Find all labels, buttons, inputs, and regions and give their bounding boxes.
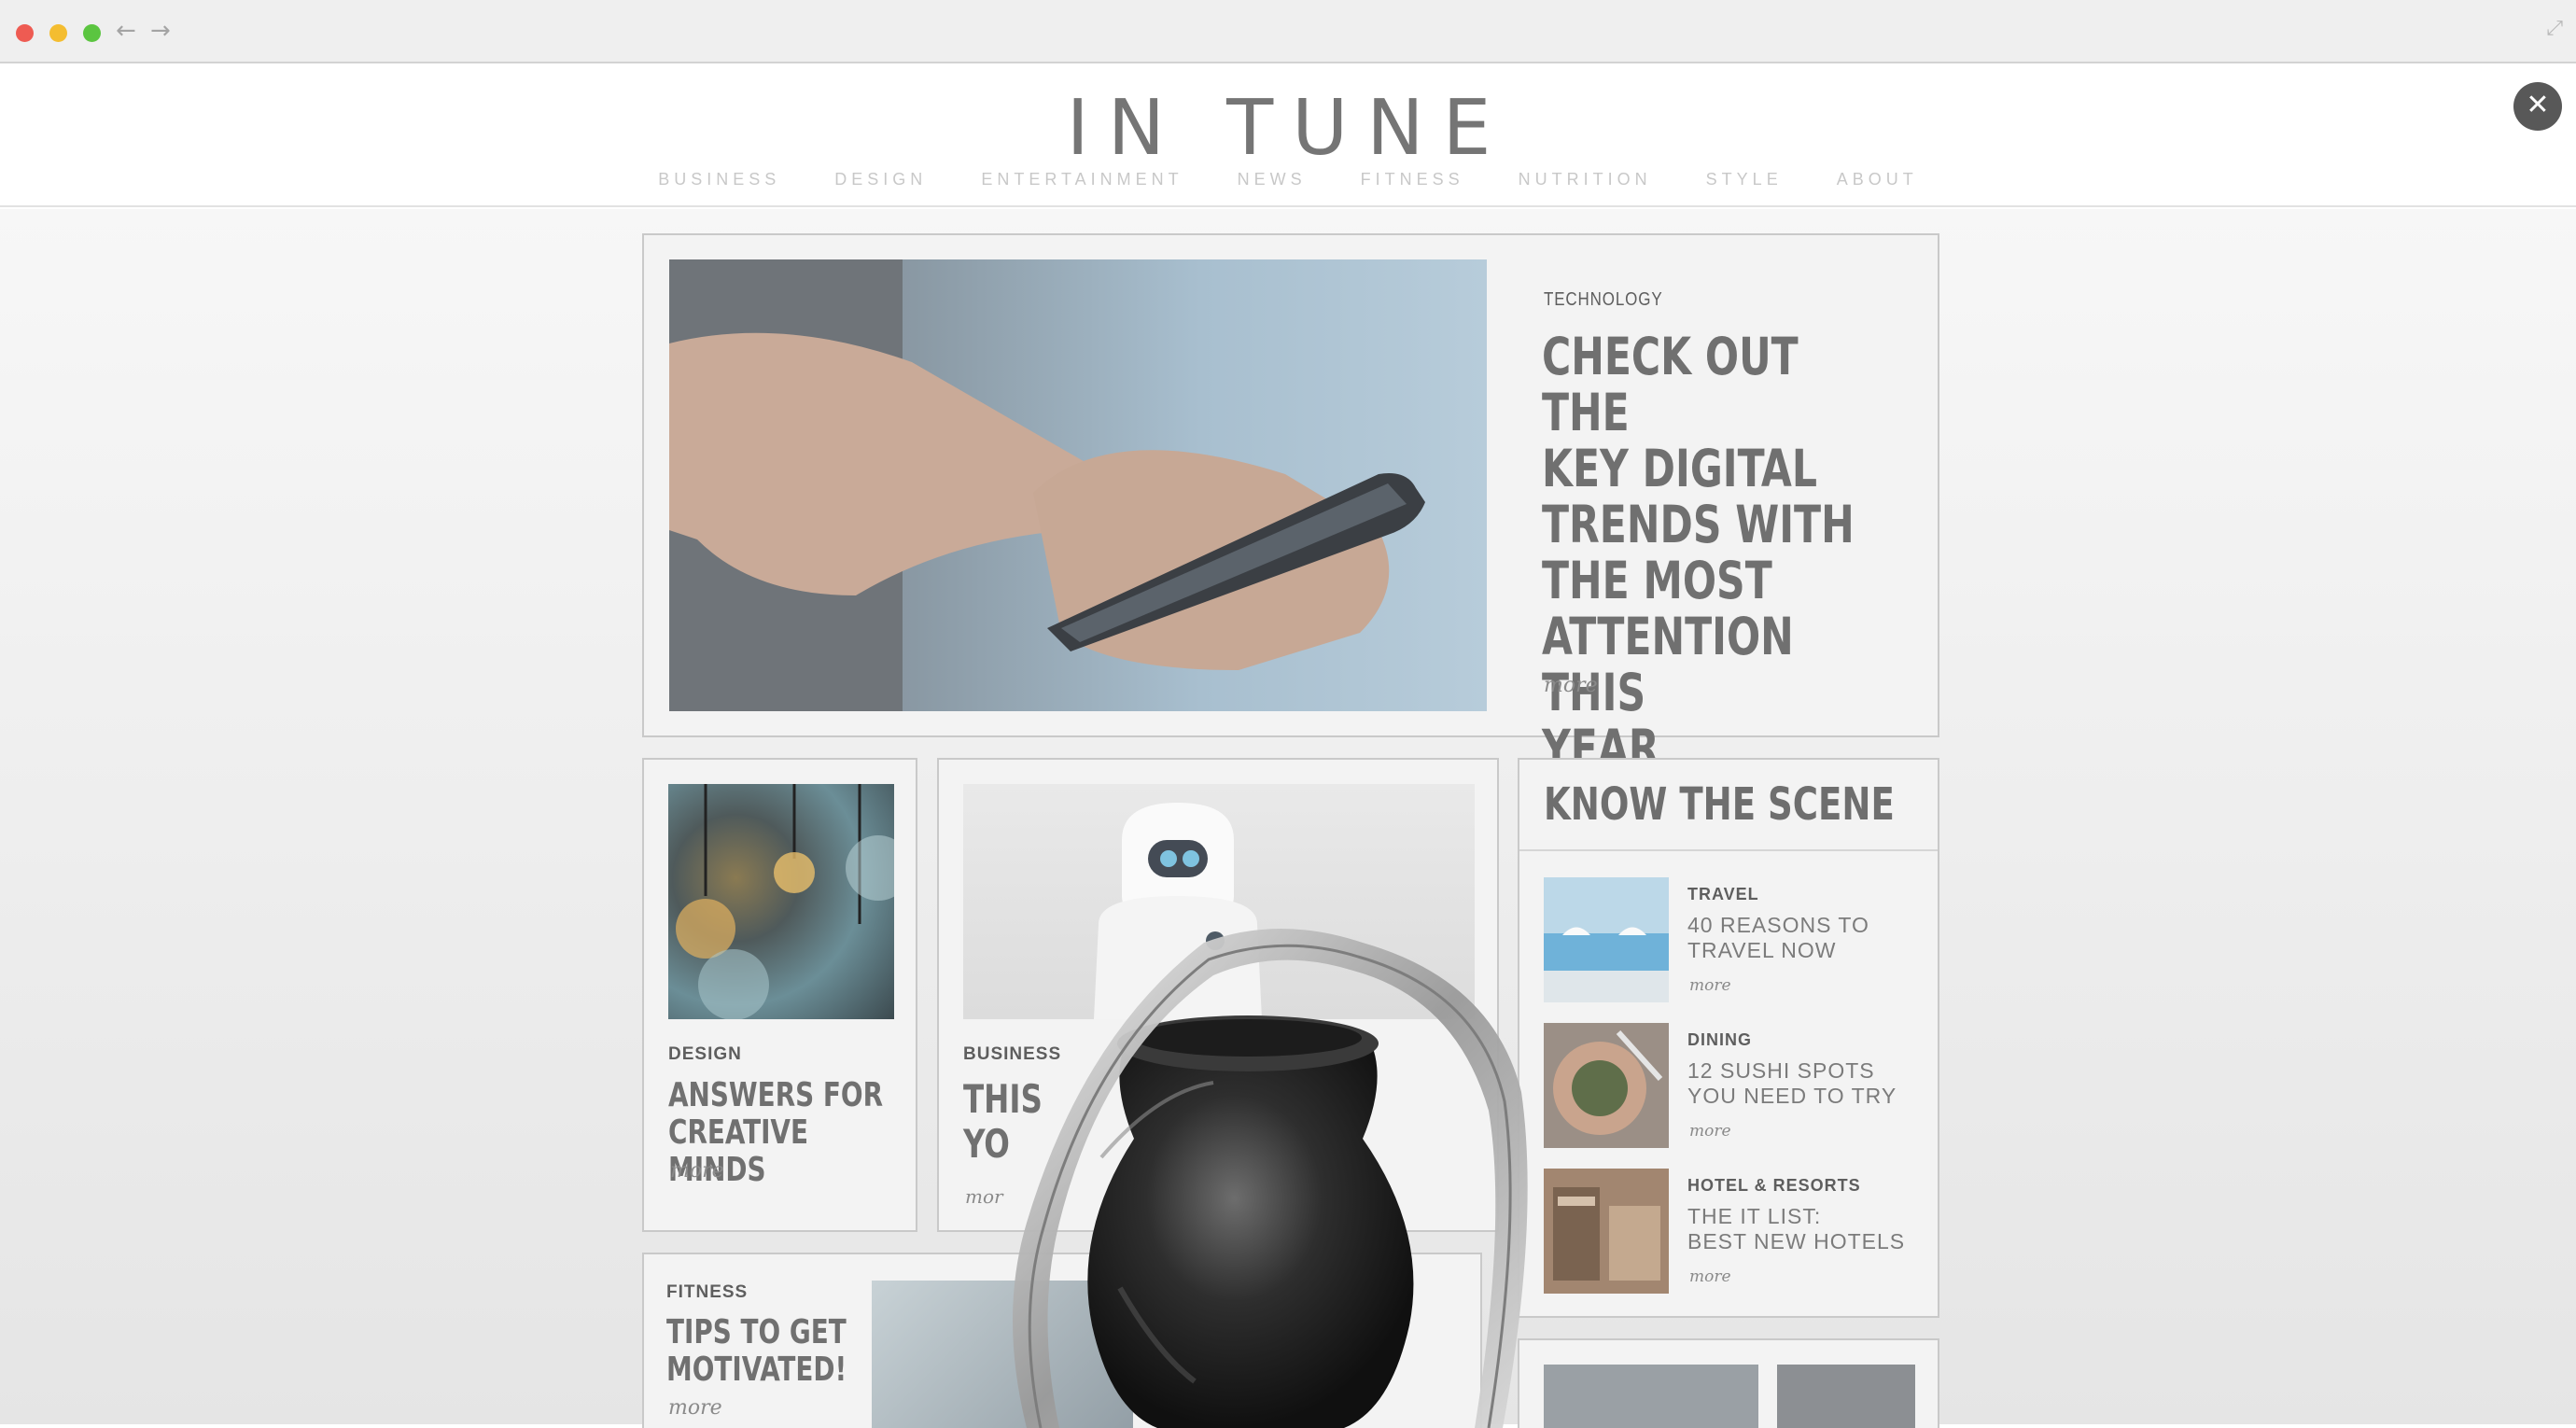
- scene-item-dining[interactable]: DINING 12 SUSHI SPOTS YOU NEED TO TRY mo…: [1544, 1023, 1936, 1154]
- scene-title[interactable]: THE IT LIST: BEST NEW HOTELS: [1687, 1204, 1939, 1254]
- minimize-window-button[interactable]: [49, 24, 67, 42]
- expand-icon[interactable]: ⤢: [2546, 17, 2563, 40]
- nav-item-design[interactable]: DESIGN: [834, 170, 927, 189]
- arrow-right-icon[interactable]: →: [150, 17, 171, 45]
- fitness-title[interactable]: TIPS TO GET MOTIVATED!: [666, 1314, 875, 1389]
- travel-thumbnail: [1544, 877, 1669, 1002]
- maximize-window-button[interactable]: [83, 24, 101, 42]
- scene-more-link[interactable]: more: [1689, 1267, 1731, 1286]
- scene-category: TRAVEL: [1687, 885, 1759, 903]
- nav-item-news[interactable]: NEWS: [1238, 170, 1307, 189]
- nav-item-nutrition[interactable]: NUTRITION: [1519, 170, 1652, 189]
- scene-more-link[interactable]: more: [1689, 1122, 1731, 1141]
- hero-title[interactable]: CHECK OUT THE KEY DIGITAL TRENDS WITH TH…: [1542, 329, 1887, 777]
- hero-more-link[interactable]: more: [1544, 674, 1598, 697]
- bottom-right-card[interactable]: [1518, 1338, 1939, 1428]
- arrow-left-icon[interactable]: ←: [116, 17, 136, 45]
- bottom-image: [1777, 1365, 1915, 1428]
- fitness-category: FITNESS: [666, 1282, 749, 1302]
- scene-title[interactable]: 12 SUSHI SPOTS YOU NEED TO TRY: [1687, 1058, 1939, 1109]
- know-the-scene-panel: KNOW THE SCENE TRAVEL 40 REASONS TO TRAV…: [1518, 758, 1939, 1318]
- nav-item-business[interactable]: BUSINESS: [658, 170, 780, 189]
- bottom-image: [1544, 1365, 1758, 1428]
- scene-item-hotels[interactable]: HOTEL & RESORTS THE IT LIST: BEST NEW HO…: [1544, 1169, 1936, 1299]
- browser-toolbar: ← → ⤢: [0, 0, 2576, 63]
- site-header: IN TUNE BUSINESS DESIGN ENTERTAINMENT NE…: [0, 63, 2576, 207]
- nav-item-style[interactable]: STYLE: [1706, 170, 1783, 189]
- close-window-button[interactable]: [16, 24, 34, 42]
- scene-more-link[interactable]: more: [1689, 976, 1731, 995]
- top-navigation: BUSINESS DESIGN ENTERTAINMENT NEWS FITNE…: [0, 170, 2576, 189]
- design-image: [668, 784, 911, 1020]
- scene-item-travel[interactable]: TRAVEL 40 REASONS TO TRAVEL NOW more: [1544, 877, 1936, 1008]
- scene-category: DINING: [1687, 1030, 1752, 1049]
- trophy-image: [971, 924, 1549, 1428]
- site-logo[interactable]: IN TUNE: [0, 84, 2576, 173]
- hero-image: [669, 259, 1487, 711]
- hero-category: TECHNOLOGY: [1544, 289, 1663, 310]
- nav-item-entertainment[interactable]: ENTERTAINMENT: [981, 170, 1183, 189]
- divider: [1519, 849, 1938, 851]
- close-icon[interactable]: ✕: [2513, 82, 2562, 131]
- scene-category: HOTEL & RESORTS: [1687, 1176, 1861, 1195]
- dining-thumbnail: [1544, 1023, 1669, 1148]
- hotel-thumbnail: [1544, 1169, 1669, 1294]
- fitness-more-link[interactable]: more: [668, 1396, 722, 1420]
- nav-item-about[interactable]: ABOUT: [1837, 170, 1918, 189]
- hero-article-card[interactable]: TECHNOLOGY CHECK OUT THE KEY DIGITAL TRE…: [642, 233, 1939, 777]
- design-article-card[interactable]: DESIGN ANSWERS FOR CREATIVE MINDS more: [642, 758, 917, 1232]
- scene-heading: KNOW THE SCENE: [1544, 778, 1895, 831]
- nav-item-fitness[interactable]: FITNESS: [1361, 170, 1464, 189]
- scene-title[interactable]: 40 REASONS TO TRAVEL NOW: [1687, 913, 1939, 963]
- design-more-link[interactable]: more: [670, 1159, 724, 1183]
- design-category: DESIGN: [668, 1044, 742, 1064]
